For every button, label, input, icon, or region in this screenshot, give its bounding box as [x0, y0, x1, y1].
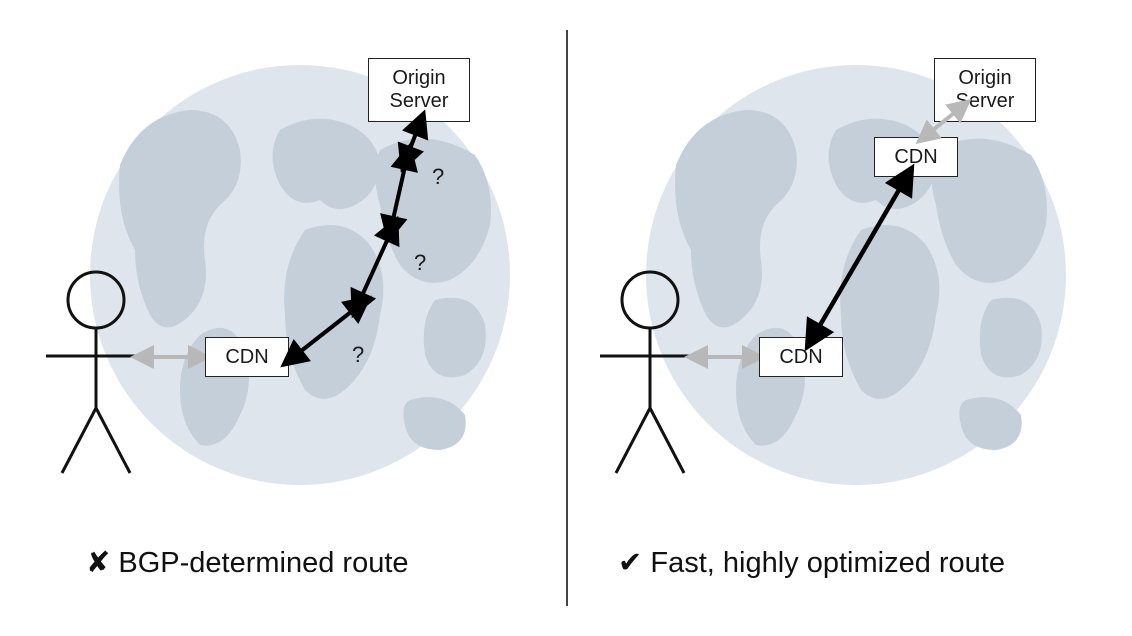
question-mark: ?: [352, 342, 364, 368]
diagram: CDN Origin Server ? ? ? ✘: [0, 0, 1132, 636]
caption-bgp: ✘ BGP-determined route: [86, 545, 409, 580]
caption-optimized: ✔ Fast, highly optimized route: [618, 545, 1005, 580]
arrow-multi-hop: [0, 0, 566, 636]
cross-icon: ✘: [86, 547, 110, 579]
panel-optimized-route: CDN CDN Origin Server ✔: [566, 0, 1132, 636]
check-icon: ✔: [618, 547, 642, 579]
caption-text: Fast, highly optimized route: [650, 547, 1005, 579]
arrow-cdn-origin: [566, 0, 1132, 636]
question-mark: ?: [432, 164, 444, 190]
question-mark: ?: [414, 250, 426, 276]
caption-text: BGP-determined route: [118, 547, 408, 579]
panel-bgp-route: CDN Origin Server ? ? ? ✘: [0, 0, 566, 636]
